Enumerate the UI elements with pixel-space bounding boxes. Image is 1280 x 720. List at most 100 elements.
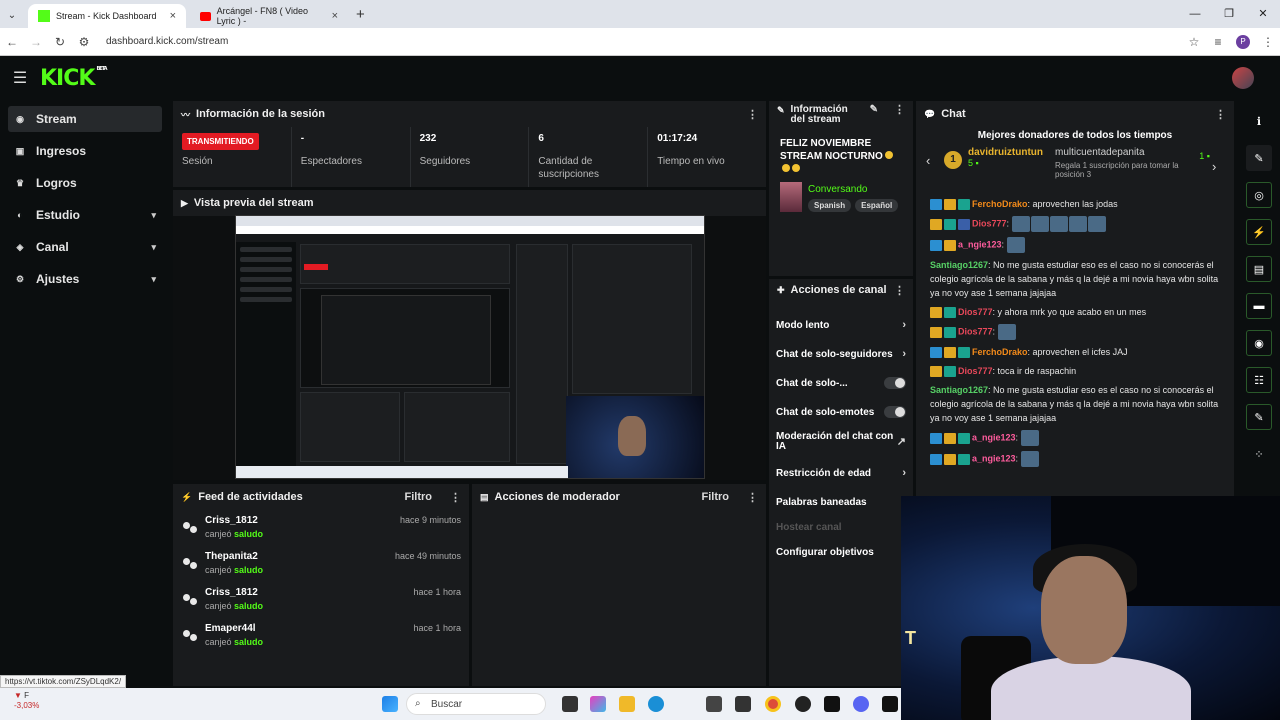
sidebar-item-logros[interactable]: ♛ Logros — [8, 170, 162, 196]
tab-kick-dashboard[interactable]: Stream - Kick Dashboard × — [28, 4, 186, 28]
emotes-only-item[interactable]: Chat de solo-emotes — [769, 397, 913, 427]
sidebar-item-ingresos[interactable]: ▣ Ingresos — [8, 138, 162, 164]
discord-icon[interactable] — [853, 696, 869, 712]
obs-icon[interactable] — [795, 696, 811, 712]
maximize-icon[interactable]: ❐ — [1212, 0, 1246, 28]
gear-icon: ⚙ — [15, 273, 25, 284]
activity-user[interactable]: Thepanita2 — [205, 551, 395, 562]
close-window-icon[interactable]: ✕ — [1246, 0, 1280, 28]
chat-username[interactable]: Santiago1267 — [930, 260, 988, 270]
external-link-icon: ↗ — [896, 436, 906, 448]
ai-moderation-item[interactable]: Moderación del chat con IA ↗ — [769, 427, 913, 457]
sidebar-item-ajustes[interactable]: ⚙ Ajustes ▾ — [8, 266, 162, 292]
chat-username[interactable]: FerchoDrako — [972, 199, 1028, 209]
close-icon[interactable]: × — [170, 10, 176, 22]
file-explorer-icon[interactable] — [619, 696, 635, 712]
menu-icon[interactable]: ⋮ — [1256, 35, 1280, 49]
tag[interactable]: Spanish — [808, 199, 852, 212]
more-options-icon[interactable]: ⋮ — [747, 491, 758, 504]
app-icon[interactable] — [706, 696, 722, 712]
kick-logo[interactable]: KICK BETA — [40, 66, 108, 91]
reload-icon[interactable]: ↻ — [48, 35, 72, 49]
chat-username[interactable]: a_ngie123 — [972, 432, 1016, 442]
activity-user[interactable]: Criss_1812 — [205, 587, 413, 598]
stat-value: - — [300, 133, 305, 144]
more-options-icon[interactable]: ⋮ — [1215, 108, 1226, 121]
close-icon[interactable]: × — [332, 10, 338, 22]
banned-words-item[interactable]: Palabras baneadas — [769, 489, 913, 515]
stream-preview-video[interactable] — [235, 215, 705, 479]
edit-icon[interactable]: ✎ — [1246, 145, 1272, 171]
filter-button[interactable]: Filtro — [702, 491, 730, 503]
more-options-icon[interactable]: ⋮ — [450, 491, 461, 504]
slow-mode-item[interactable]: Modo lento › — [769, 311, 913, 339]
users-icon — [183, 627, 199, 643]
second-donor-name[interactable]: multicuentadepanita — [1055, 147, 1195, 158]
app-icon[interactable] — [735, 696, 751, 712]
chat-username[interactable]: Dios777 — [958, 326, 993, 336]
toggle-switch[interactable] — [884, 377, 906, 389]
site-info-icon[interactable]: ⚙ — [72, 35, 96, 49]
tab-youtube[interactable]: Arcángel - FN8 ( Video Lyric ) - × — [190, 4, 348, 28]
chrome-icon[interactable] — [765, 696, 781, 712]
copilot-icon[interactable] — [590, 696, 606, 712]
hamburger-icon[interactable]: ☰ — [0, 68, 40, 88]
age-restriction-item[interactable]: Restricción de edad › — [769, 457, 913, 489]
url-field[interactable]: dashboard.kick.com/stream — [106, 36, 1182, 47]
subs-only-item[interactable]: Chat de solo-... — [769, 369, 913, 397]
activity-user[interactable]: Criss_1812 — [205, 515, 400, 526]
followers-only-item[interactable]: Chat de solo-seguidores › — [769, 339, 913, 369]
chevron-right-icon[interactable]: › — [1212, 159, 1226, 174]
taskbar-search[interactable]: ⌕ Buscar — [406, 693, 546, 715]
forward-icon[interactable]: → — [24, 35, 48, 49]
filter-button[interactable]: Filtro — [405, 491, 433, 503]
info-icon[interactable]: ℹ — [1246, 108, 1272, 134]
new-tab-icon[interactable]: + — [356, 4, 365, 28]
task-view-icon[interactable] — [562, 696, 578, 712]
chat-message: a_ngie123: — [930, 451, 1222, 467]
windows-start-icon[interactable] — [382, 696, 398, 712]
tiktok-icon[interactable] — [824, 696, 840, 712]
more-options-icon[interactable]: ⋮ — [894, 284, 905, 297]
bookmark-star-icon[interactable]: ☆ — [1182, 35, 1206, 49]
activity-user[interactable]: Emaper44l — [205, 623, 413, 634]
sidebar-item-stream[interactable]: ◉ Stream — [8, 106, 162, 132]
chat-username[interactable]: Dios777 — [958, 307, 993, 317]
more-options-icon[interactable]: ⋮ — [747, 108, 758, 121]
sidebar-item-estudio[interactable]: ◐ Estudio ▾ — [8, 202, 162, 228]
chat-username[interactable]: FerchoDrako — [972, 347, 1028, 357]
stat-viewers: - Espectadores — [292, 127, 411, 187]
edge-icon[interactable] — [648, 696, 664, 712]
chat-username[interactable]: a_ngie123 — [972, 453, 1016, 463]
tiktok-live-icon[interactable] — [882, 696, 898, 712]
top-donor-name[interactable]: davidruiztuntun — [968, 147, 1043, 158]
edit-icon[interactable]: ✎ — [870, 105, 878, 115]
users-icon[interactable]: ⁘ — [1246, 441, 1272, 467]
back-icon[interactable]: ← — [0, 35, 24, 49]
document-icon[interactable]: ▤ — [1246, 256, 1272, 282]
tab-title: Arcángel - FN8 ( Video Lyric ) - — [216, 6, 308, 26]
more-options-icon[interactable]: ⋮ — [894, 105, 905, 116]
stock-widget[interactable]: ▼ F -3,03% — [14, 691, 39, 711]
profile-avatar[interactable]: P — [1236, 34, 1250, 49]
broadcast-icon[interactable]: ◉ — [1246, 330, 1272, 356]
chat-username[interactable]: Dios777 — [972, 218, 1007, 228]
camera-icon[interactable]: ◎ — [1246, 182, 1272, 208]
layout-icon[interactable]: ☷ — [1246, 367, 1272, 393]
chevron-left-icon[interactable]: ‹ — [926, 153, 940, 168]
toggle-switch[interactable] — [884, 406, 906, 418]
configure-goals-item[interactable]: Configurar objetivos — [769, 539, 913, 565]
chat-username[interactable]: Dios777 — [958, 366, 993, 376]
sidebar-item-canal[interactable]: ◈ Canal ▾ — [8, 234, 162, 260]
lightning-icon[interactable]: ⚡ — [1246, 219, 1272, 245]
chat-icon[interactable]: ▬ — [1246, 293, 1272, 319]
chat-username[interactable]: Santiago1267 — [930, 385, 988, 395]
tag[interactable]: Español — [855, 199, 899, 212]
media-icon[interactable]: ≡ — [1206, 35, 1230, 49]
user-avatar[interactable] — [1232, 67, 1254, 89]
chat-username[interactable]: a_ngie123 — [958, 239, 1002, 249]
wrench-icon[interactable]: ✎ — [1246, 404, 1272, 430]
category-name[interactable]: Conversando — [808, 184, 898, 195]
minimize-icon[interactable]: — — [1178, 0, 1212, 28]
tab-list-icon[interactable]: ⌄ — [0, 4, 24, 28]
